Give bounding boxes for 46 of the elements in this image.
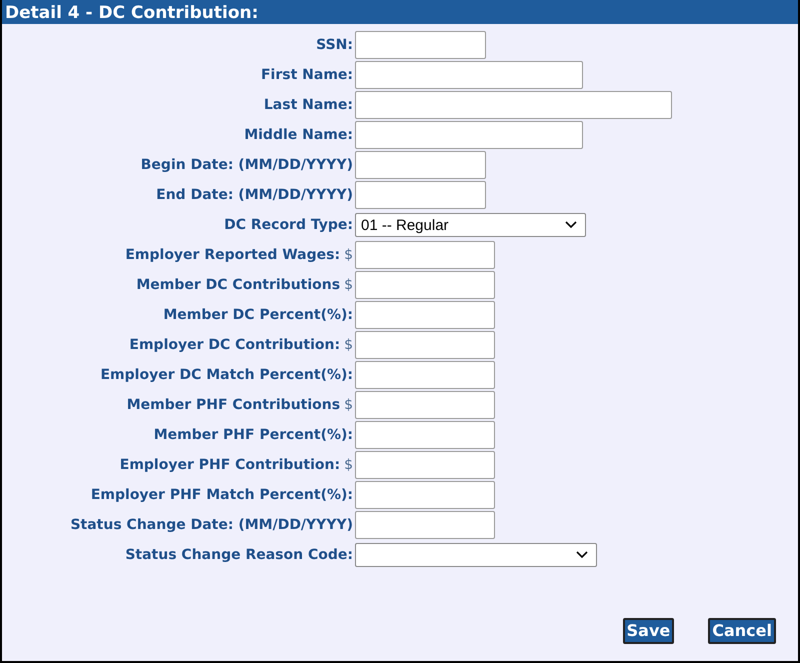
input-field[interactable] [355, 421, 495, 449]
input-field[interactable] [355, 61, 583, 89]
field-label: SSN: [316, 37, 353, 53]
field-label: First Name: [260, 67, 353, 83]
input-field[interactable] [355, 241, 495, 269]
window-title: Detail 4 - DC Contribution: [5, 3, 258, 23]
input-field[interactable] [355, 91, 672, 119]
input-field[interactable] [355, 181, 486, 209]
input-field[interactable] [355, 151, 486, 179]
field-label: End Date: (MM/DD/YYYY) [156, 187, 353, 203]
input-field[interactable] [355, 121, 583, 149]
field-label: Employer Reported Wages: [125, 247, 340, 263]
chevron-icon [576, 551, 588, 559]
currency-symbol: $ [344, 397, 353, 413]
field-label: Last Name: [264, 97, 353, 113]
field-label: DC Record Type: [224, 217, 353, 233]
input-field[interactable] [355, 391, 495, 419]
field-label: Employer PHF Contribution: [120, 457, 340, 473]
field-label: Member DC Percent(%): [163, 307, 353, 323]
input-field[interactable] [355, 331, 495, 359]
field-label: Employer DC Match Percent(%): [100, 367, 353, 383]
field-label: Member DC Contributions [136, 277, 340, 293]
currency-symbol: $ [344, 337, 353, 353]
currency-symbol: $ [344, 277, 353, 293]
field-label: Member PHF Percent(%): [154, 427, 353, 443]
dropdown[interactable]: 01 -- Regular [355, 213, 586, 237]
field-label: Member PHF Contributions [126, 397, 340, 413]
input-field[interactable] [355, 451, 495, 479]
field-label: Status Change Date: (MM/DD/YYYY) [70, 517, 353, 533]
input-field[interactable] [355, 31, 486, 59]
field-label: Status Change Reason Code: [125, 547, 353, 563]
input-field[interactable] [355, 481, 495, 509]
field-label: Middle Name: [244, 127, 353, 143]
input-field[interactable] [355, 511, 495, 539]
dropdown[interactable] [355, 543, 597, 567]
field-label: Employer PHF Match Percent(%): [90, 487, 353, 503]
cancel-button[interactable]: Cancel [708, 618, 776, 644]
field-label: Begin Date: (MM/DD/YYYY) [140, 157, 353, 173]
input-field[interactable] [355, 271, 495, 299]
input-field[interactable] [355, 361, 495, 389]
chevron-icon [565, 221, 577, 229]
currency-symbol: $ [344, 457, 353, 473]
save-button[interactable]: Save [622, 618, 674, 644]
currency-symbol: $ [344, 247, 353, 263]
input-field[interactable] [355, 301, 495, 329]
field-label: Employer DC Contribution: [129, 337, 340, 353]
